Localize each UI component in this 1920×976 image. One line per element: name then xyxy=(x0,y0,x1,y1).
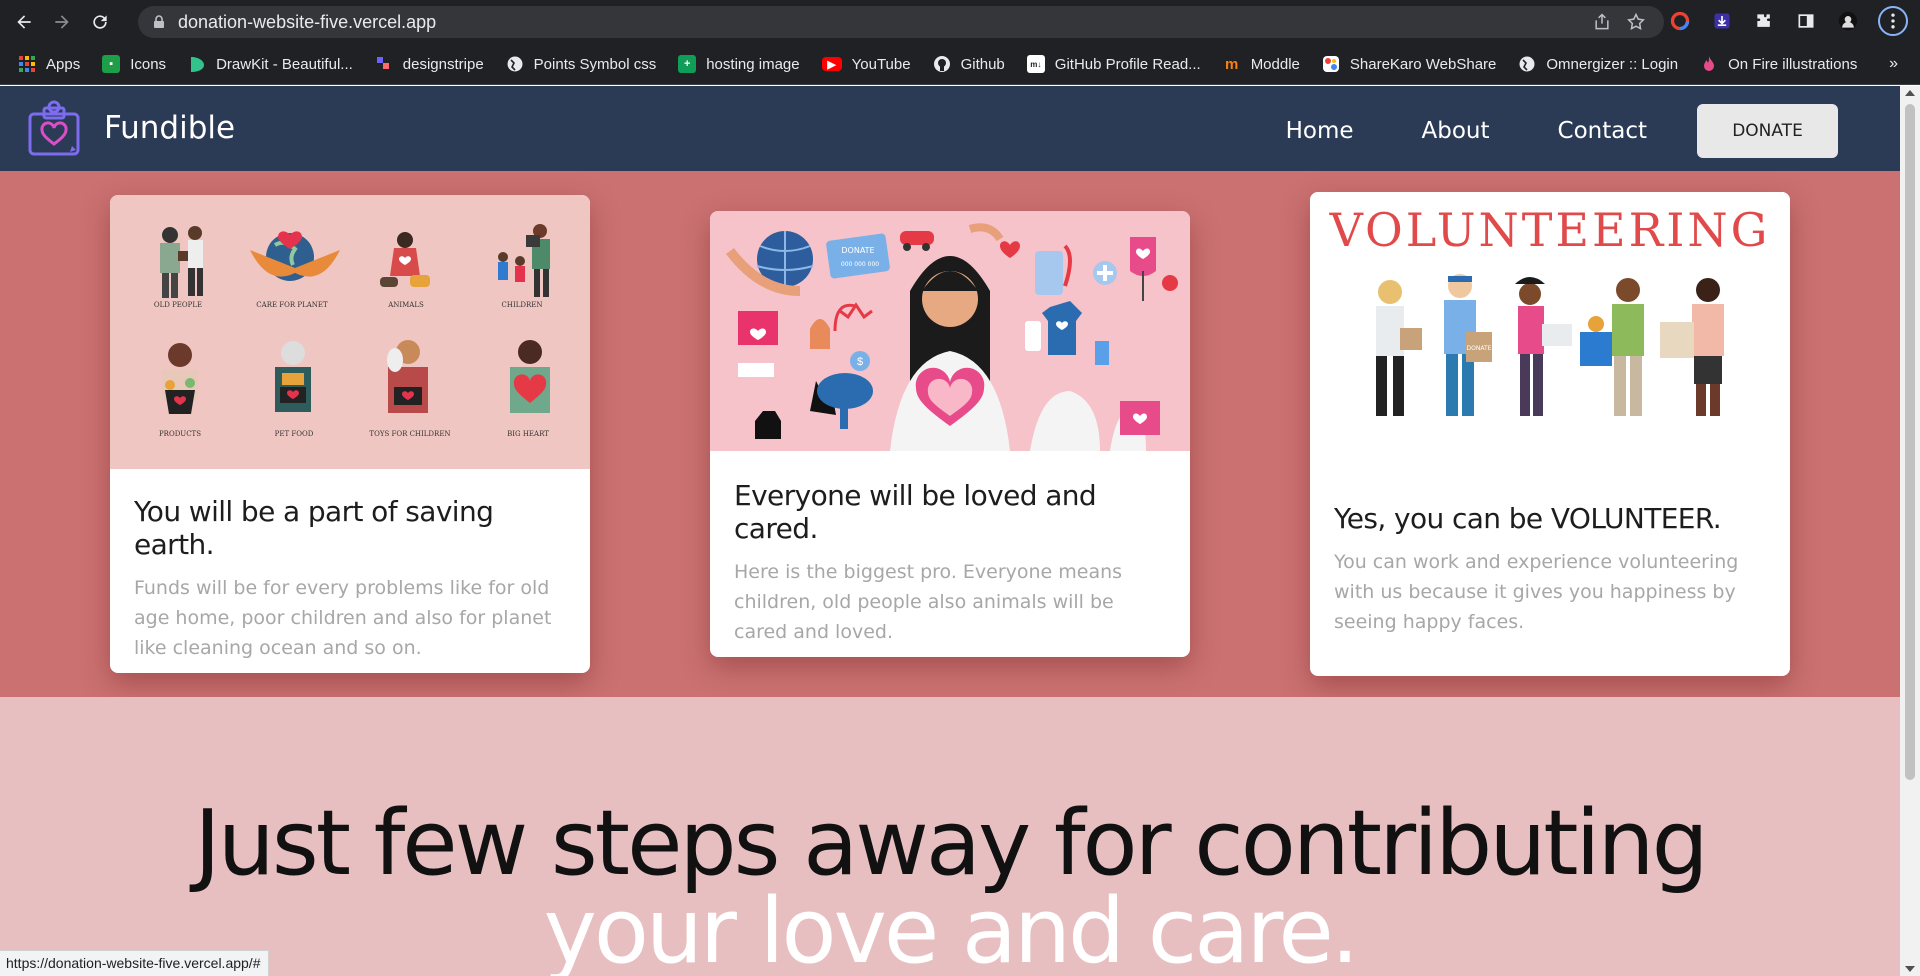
bookmark-label: ShareKaro WebShare xyxy=(1349,55,1497,73)
bookmark-designstripe[interactable]: designstripe xyxy=(375,55,484,73)
svg-text:PRODUCTS: PRODUCTS xyxy=(159,430,201,438)
bookmark-label: On Fire illustrations xyxy=(1728,55,1858,73)
donate-button[interactable]: DONATE xyxy=(1697,104,1838,158)
volunteering-heading-art: VOLUNTEERING xyxy=(1329,203,1771,257)
card-title: Yes, you can be VOLUNTEER. xyxy=(1334,502,1722,535)
side-panel-icon[interactable] xyxy=(1794,9,1818,33)
svg-text:OLD PEOPLE: OLD PEOPLE xyxy=(154,301,202,309)
donation-box-logo-icon[interactable] xyxy=(28,100,80,156)
bookmark-icons[interactable]: ▪ Icons xyxy=(102,55,166,73)
nav-links: Home About Contact DONATE xyxy=(1286,104,1838,158)
brand-name[interactable]: Fundible xyxy=(104,110,235,146)
icons-site-icon: ▪ xyxy=(102,55,121,73)
forward-icon[interactable] xyxy=(48,8,76,36)
sharekaro-icon xyxy=(1322,55,1340,73)
nav-contact-link[interactable]: Contact xyxy=(1558,118,1647,144)
svg-text:ANIMALS: ANIMALS xyxy=(387,301,424,309)
youtube-icon: ▶ xyxy=(821,57,842,71)
fire-icon xyxy=(1700,55,1718,73)
steps-heading-line2: your love and care. xyxy=(543,879,1360,976)
moodle-icon: m xyxy=(1225,55,1239,73)
plus-green-icon: + xyxy=(678,55,697,73)
bookmark-youtube[interactable]: ▶ YouTube xyxy=(821,55,911,73)
bookmark-label: Omnergizer :: Login xyxy=(1546,55,1679,73)
profile-avatar[interactable] xyxy=(1836,9,1860,33)
bookmark-label: Icons xyxy=(130,55,167,73)
bookmark-hosting-image[interactable]: + hosting image xyxy=(678,55,800,73)
share-icon[interactable] xyxy=(1592,12,1612,37)
card-title: You will be a part of saving earth. xyxy=(134,495,494,561)
more-bookmarks-button[interactable]: » xyxy=(1889,55,1898,73)
bookmark-sharekaro[interactable]: ShareKaro WebShare xyxy=(1322,55,1496,73)
browser-toolbar: donation-website-five.vercel.app xyxy=(0,0,1920,44)
donate-box-label: DONATE xyxy=(1467,345,1492,352)
scroll-down-arrow-icon[interactable] xyxy=(1905,966,1915,972)
steps-hero-section: Just few steps away for contributing you… xyxy=(0,697,1900,976)
extensions-puzzle-icon[interactable] xyxy=(1752,9,1776,33)
bookmark-omnergizer[interactable]: Omnergizer :: Login xyxy=(1518,55,1678,73)
nav-home-link[interactable]: Home xyxy=(1286,118,1354,144)
bookmark-apps[interactable]: Apps xyxy=(18,55,80,73)
card-description: You can work and experience volunteering… xyxy=(1334,551,1739,633)
globe-icon xyxy=(506,55,524,73)
bookmark-label: GitHub Profile Read... xyxy=(1054,55,1201,73)
donate-card-number: 000 000 000 xyxy=(841,261,879,268)
svg-text:$: $ xyxy=(857,356,863,368)
download-icon[interactable] xyxy=(1710,9,1734,33)
github-icon xyxy=(933,55,951,73)
donate-card-label: DONATE xyxy=(841,246,874,255)
svg-text:CARE FOR PLANET: CARE FOR PLANET xyxy=(256,301,328,309)
bookmark-label: hosting image xyxy=(706,55,800,73)
designstripe-icon xyxy=(375,55,393,73)
causes-illustration: OLD PEOPLE CARE FOR PLANET ANIMALS CHILD… xyxy=(110,195,590,469)
bookmark-label: designstripe xyxy=(402,55,484,73)
apps-grid-icon xyxy=(18,55,36,73)
bookmark-moddle[interactable]: m Moddle xyxy=(1223,55,1300,73)
bookmark-on-fire[interactable]: On Fire illustrations xyxy=(1700,55,1857,73)
bookmark-star-icon[interactable] xyxy=(1626,12,1646,37)
bookmark-label: Github xyxy=(960,55,1005,73)
lock-icon xyxy=(152,15,166,29)
site-navbar: Fundible Home About Contact DONATE xyxy=(0,86,1900,171)
status-bar-url: https://donation-website-five.vercel.app… xyxy=(0,950,270,976)
page-scrollbar[interactable] xyxy=(1900,86,1920,976)
reload-icon[interactable] xyxy=(86,8,114,36)
feature-card-saving-earth: OLD PEOPLE CARE FOR PLANET ANIMALS CHILD… xyxy=(110,195,590,673)
bookmark-github-profile[interactable]: m↓ GitHub Profile Read... xyxy=(1026,55,1201,73)
scroll-up-arrow-icon[interactable] xyxy=(1905,90,1915,96)
page-viewport: Fundible Home About Contact DONATE OLD P… xyxy=(0,86,1900,976)
bookmarks-bar: Apps ▪ Icons DrawKit - Beautiful... desi… xyxy=(0,44,1920,85)
volunteering-illustration: VOLUNTEERING DONATE xyxy=(1310,192,1790,462)
bookmark-drawkit[interactable]: DrawKit - Beautiful... xyxy=(188,55,353,73)
feature-card-volunteer: VOLUNTEERING DONATE Yes, you can be VOLU… xyxy=(1310,192,1790,676)
scrollbar-thumb[interactable] xyxy=(1905,104,1915,780)
feature-card-loved-cared: DONATE 000 000 000 $ Everyone will be lo… xyxy=(710,211,1190,657)
card-description: Here is the biggest pro. Everyone means … xyxy=(734,561,1123,643)
features-section: OLD PEOPLE CARE FOR PLANET ANIMALS CHILD… xyxy=(0,171,1900,697)
svg-text:TOYS FOR CHILDREN: TOYS FOR CHILDREN xyxy=(369,430,450,438)
svg-text:BIG HEART: BIG HEART xyxy=(507,430,549,438)
card-description: Funds will be for every problems like fo… xyxy=(134,577,552,659)
bookmark-label: Apps xyxy=(46,55,81,73)
bookmark-label: DrawKit - Beautiful... xyxy=(216,55,353,73)
drawkit-icon xyxy=(188,55,206,73)
love-care-illustration: DONATE 000 000 000 $ xyxy=(710,211,1190,451)
bookmark-label: Points Symbol css xyxy=(533,55,657,73)
bookmark-points-symbol[interactable]: Points Symbol css xyxy=(506,55,657,73)
bookmark-label: YouTube xyxy=(851,55,911,73)
bookmark-github[interactable]: Github xyxy=(933,55,1005,73)
svg-text:CHILDREN: CHILDREN xyxy=(502,301,543,309)
address-bar[interactable]: donation-website-five.vercel.app xyxy=(138,6,1664,38)
globe-icon xyxy=(1518,55,1536,73)
bookmark-label: Moddle xyxy=(1250,55,1300,73)
markdown-icon: m↓ xyxy=(1026,55,1045,73)
card-title: Everyone will be loved and cared. xyxy=(734,479,1097,545)
back-icon[interactable] xyxy=(10,8,38,36)
color-picker-extension-icon[interactable] xyxy=(1668,9,1692,33)
address-text[interactable]: donation-website-five.vercel.app xyxy=(178,12,436,33)
svg-text:PET FOOD: PET FOOD xyxy=(275,430,314,438)
nav-about-link[interactable]: About xyxy=(1422,118,1490,144)
more-menu-icon[interactable] xyxy=(1878,6,1908,36)
